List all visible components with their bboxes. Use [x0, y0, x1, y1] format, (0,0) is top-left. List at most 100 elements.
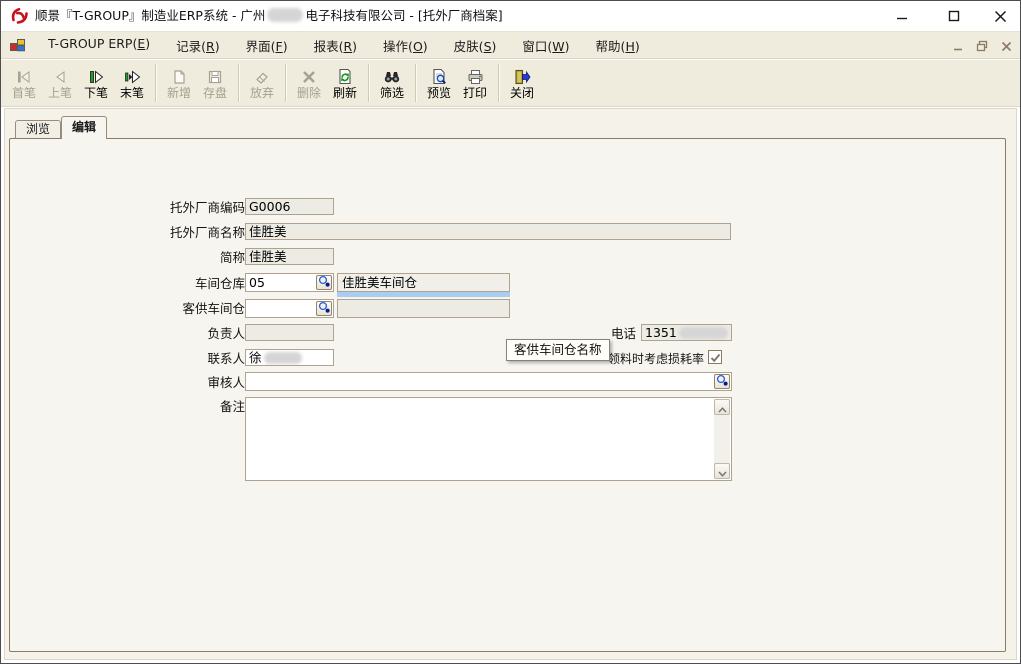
toolbar-separator [498, 64, 499, 102]
toolbar-button-last-record[interactable]: 末笔 [114, 62, 150, 104]
window-close-button[interactable] [977, 1, 1021, 31]
scroll-up-button[interactable] [714, 399, 730, 415]
minimize-icon [896, 10, 908, 22]
workshop-warehouse-code-field[interactable]: 05 [245, 273, 334, 292]
workshop-warehouse-label: 车间仓库 [95, 275, 245, 292]
mdi-minimize-button[interactable] [950, 39, 966, 54]
short-name-field: 佳胜美 [245, 248, 334, 265]
next-record-icon [87, 67, 105, 85]
mdi-app-icon [9, 37, 26, 53]
delete-icon [301, 67, 317, 85]
scroll-down-button[interactable] [714, 463, 730, 479]
remarks-scrollbar[interactable] [714, 399, 730, 479]
menu-item-report[interactable]: 报表(R) [301, 32, 370, 59]
save-icon [207, 67, 223, 85]
prev-record-icon [51, 67, 69, 85]
menu-item-skin[interactable]: 皮肤(S) [441, 32, 510, 59]
toolbar-button-new: 新增 [161, 62, 197, 104]
menu-item-record[interactable]: 记录(R) [163, 32, 232, 59]
remarks-label: 备注 [95, 398, 245, 415]
menu-item-window[interactable]: 窗口(W) [509, 32, 582, 59]
tab-browse[interactable]: 浏览 [15, 120, 61, 138]
menu-item-interface[interactable]: 界面(F) [233, 32, 301, 59]
refresh-icon [337, 67, 353, 85]
tooltip: 客供车间仓名称 [506, 339, 610, 361]
checkmark-icon [710, 348, 721, 367]
redacted-contact-name [264, 352, 302, 364]
toolbar-button-label: 筛选 [380, 86, 404, 100]
manager-label: 负责人 [95, 325, 245, 342]
toolbar-separator [238, 64, 239, 102]
auditor-label: 审核人 [95, 374, 245, 391]
toolbar-button-label: 下笔 [84, 86, 108, 100]
toolbar-button-abandon: 放弃 [244, 62, 280, 104]
titlebar: 顺景『T-GROUP』制造业ERP系统 - 广州电子科技有限公司 - [托外厂商… [1, 1, 1020, 31]
auditor-lookup-button[interactable] [714, 374, 730, 389]
close-icon [994, 10, 1007, 23]
customer-workshop-warehouse-lookup-button[interactable] [316, 301, 332, 316]
vendor-code-field: G0006 [245, 198, 334, 215]
toolbar-separator [285, 64, 286, 102]
toolbar-button-label: 关闭 [510, 86, 534, 100]
toolbar-button-first-record: 首笔 [6, 62, 42, 104]
toolbar-button-refresh[interactable]: 刷新 [327, 62, 363, 104]
toolbar-button-delete: 删除 [291, 62, 327, 104]
menu-item-help[interactable]: 帮助(H) [583, 32, 653, 59]
toolbar-separator [415, 64, 416, 102]
toolbar-button-label: 末笔 [120, 86, 144, 100]
maximize-icon [948, 10, 960, 22]
redacted-phone-number [679, 327, 728, 339]
toolbar-button-label: 刷新 [333, 86, 357, 100]
workshop-warehouse-name-field: 佳胜美车间仓 [337, 273, 510, 292]
toolbar-button-next-record[interactable]: 下笔 [78, 62, 114, 104]
lookup-magnifier-icon [716, 374, 728, 389]
customer-workshop-warehouse-label: 客供车间仓 [95, 300, 245, 317]
workshop-warehouse-lookup-button[interactable] [316, 275, 332, 290]
toolbar-button-print[interactable]: 打印 [457, 62, 493, 104]
redacted-company-name [267, 8, 303, 22]
print-icon [467, 67, 484, 85]
toolbar-button-label: 新增 [167, 86, 191, 100]
customer-workshop-warehouse-code-field[interactable] [245, 299, 334, 318]
chevron-down-icon [718, 462, 727, 481]
menu-item-tgroup-erp[interactable]: T-GROUP ERP(E) [35, 32, 163, 59]
contact-field[interactable]: 徐 [245, 349, 334, 366]
toolbar-button-label: 放弃 [250, 86, 274, 100]
lookup-magnifier-icon [318, 275, 330, 290]
toolbar-button-prev-record: 上笔 [42, 62, 78, 104]
window-maximize-button[interactable] [931, 1, 977, 31]
abandon-icon [254, 67, 270, 85]
contact-label: 联系人 [95, 350, 245, 367]
toolbar-button-save: 存盘 [197, 62, 233, 104]
preview-icon [431, 67, 447, 85]
toolbar-button-filter[interactable]: 筛选 [374, 62, 410, 104]
mdi-close-button[interactable] [998, 39, 1014, 54]
consider-loss-rate-checkbox[interactable] [708, 350, 722, 364]
toolbar-separator [155, 64, 156, 102]
first-record-icon [15, 67, 33, 85]
toolbar: 首笔上笔下笔末笔 新增存盘放弃 删除刷新 筛选 预览打印 关闭 [1, 60, 1020, 107]
mdi-restore-button[interactable] [974, 39, 990, 54]
toolbar-button-close[interactable]: 关闭 [504, 62, 540, 104]
tab-edit[interactable]: 编辑 [61, 116, 107, 139]
app-logo-icon [10, 6, 30, 26]
window-minimize-button[interactable] [879, 1, 925, 31]
remarks-textarea[interactable] [245, 397, 732, 481]
toolbar-button-preview[interactable]: 预览 [421, 62, 457, 104]
toolbar-button-label: 首笔 [12, 86, 36, 100]
toolbar-button-label: 删除 [297, 86, 321, 100]
manager-field [245, 324, 334, 341]
toolbar-button-label: 打印 [463, 86, 487, 100]
app-window: 顺景『T-GROUP』制造业ERP系统 - 广州电子科技有限公司 - [托外厂商… [0, 0, 1021, 664]
short-name-label: 简称 [95, 249, 245, 266]
toolbar-separator [368, 64, 369, 102]
toolbar-button-label: 预览 [427, 86, 451, 100]
menu-item-operation[interactable]: 操作(O) [370, 32, 441, 59]
menubar: T-GROUP ERP(E)记录(R)界面(F)报表(R)操作(O)皮肤(S)窗… [1, 31, 1020, 59]
auditor-field[interactable] [245, 372, 732, 391]
last-record-icon [123, 67, 141, 85]
consider-loss-rate-label: 领料时考虑损耗率 [600, 351, 704, 368]
window-title: 顺景『T-GROUP』制造业ERP系统 - 广州电子科技有限公司 - [托外厂商… [35, 1, 503, 31]
vendor-name-field: 佳胜美 [245, 223, 731, 240]
phone-field: 1351 [641, 324, 732, 341]
